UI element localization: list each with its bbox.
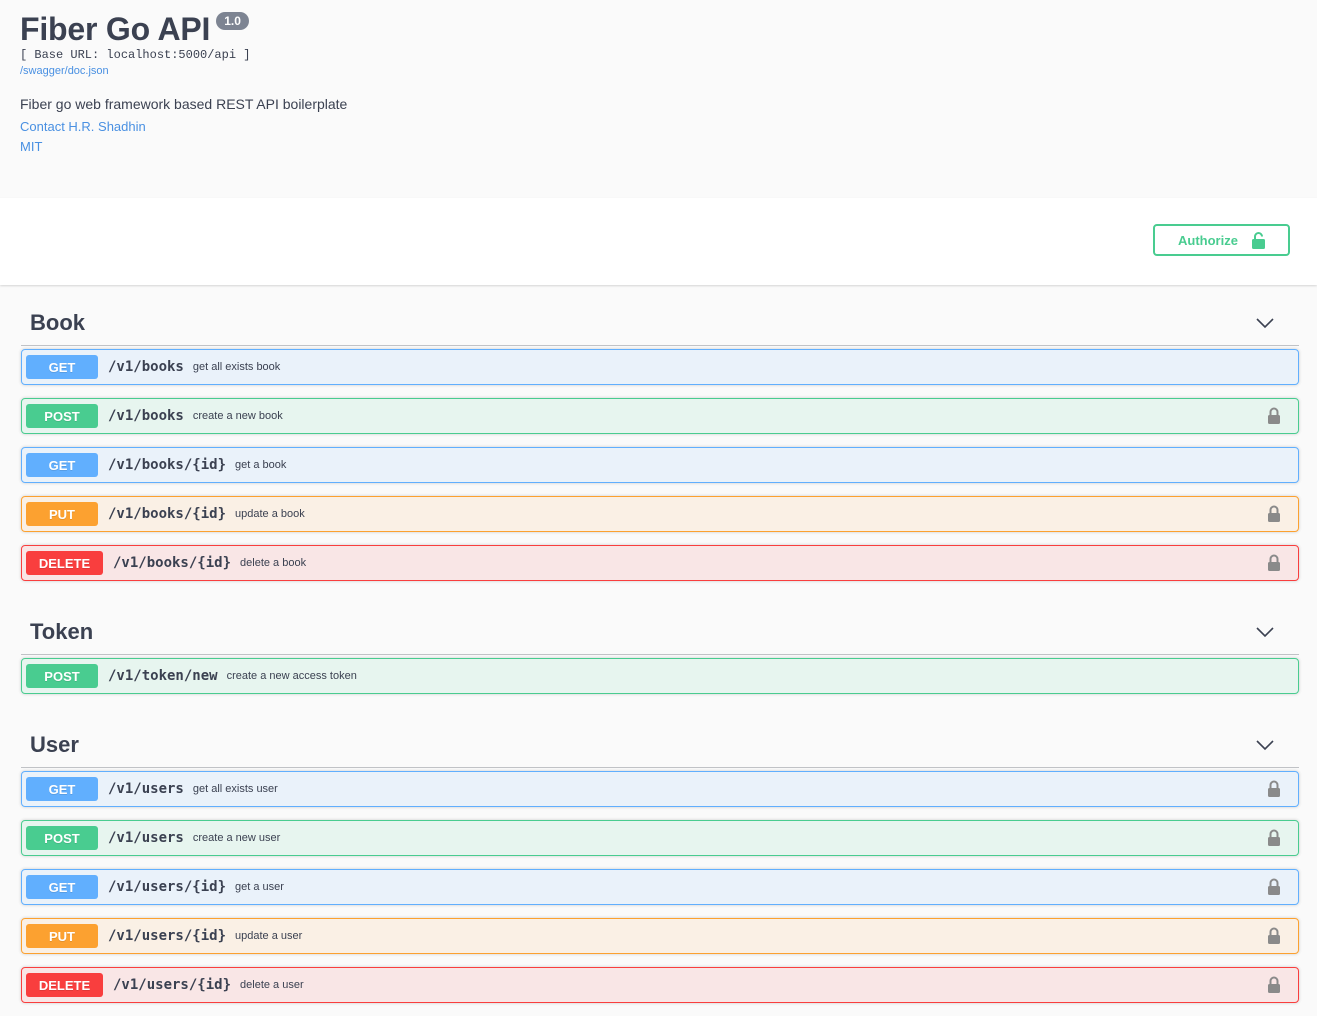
operation-path: /v1/books/{id} (108, 457, 227, 473)
tag-section-token: Token POST/v1/token/new create a new acces… (21, 594, 1299, 694)
unlocked-icon (1251, 231, 1265, 249)
lock-icon[interactable] (1267, 927, 1281, 945)
operation-summary: get all exists user (192, 783, 278, 795)
operation-row[interactable]: PUT/v1/users/{id} update a user (21, 918, 1299, 954)
operation-summary: get a book (235, 459, 287, 471)
operation-path: /v1/users/{id} (108, 879, 227, 895)
method-badge: DELETE (26, 551, 103, 575)
tag-header[interactable]: Book (21, 285, 1299, 346)
tag-header[interactable]: User (21, 707, 1299, 768)
operations-list: Book GET/v1/books get all exists book POST /… (0, 285, 1317, 1016)
method-badge: POST (26, 826, 98, 850)
operation-summary: delete a user (240, 979, 304, 991)
lock-icon[interactable] (1267, 407, 1281, 425)
method-badge: DELETE (26, 973, 103, 997)
method-badge: GET (26, 875, 98, 899)
license-link[interactable]: MIT (20, 139, 42, 154)
operation-row[interactable]: GET/v1/books/{id} get a book (21, 447, 1299, 483)
method-badge: POST (26, 664, 98, 688)
spec-link[interactable]: /swagger/doc.json (20, 65, 109, 77)
operation-path: /v1/users/{id} (113, 977, 232, 993)
operation-row[interactable]: GET/v1/books get all exists book (21, 349, 1299, 385)
lock-icon[interactable] (1267, 554, 1281, 572)
tag-section-book: Book GET/v1/books get all exists book POST /… (21, 285, 1299, 581)
tag-header[interactable]: Token (21, 594, 1299, 655)
operation-summary: update a book (235, 508, 305, 520)
method-badge: PUT (26, 502, 98, 526)
method-badge: GET (26, 355, 98, 379)
api-title: Fiber Go API (20, 11, 211, 47)
scheme-container: Authorize (0, 198, 1317, 285)
operation-row[interactable]: POST/v1/books create a new book (21, 398, 1299, 434)
operation-row[interactable]: GET/v1/users get all exists user (21, 771, 1299, 807)
operation-summary: update a user (235, 930, 303, 942)
api-info: Fiber Go API 1.0 [ Base URL: localhost:5… (0, 0, 1317, 198)
api-description: Fiber go web framework based REST API bo… (20, 96, 348, 112)
contact-link[interactable]: Contact H.R. Shadhin (20, 119, 146, 134)
chevron-down-icon[interactable] (1255, 735, 1275, 755)
tag-title: Token (30, 619, 94, 644)
operation-path: /v1/users (108, 830, 184, 846)
operation-row[interactable]: DELETE/v1/books/{id} delete a book (21, 545, 1299, 581)
authorize-label: Authorize (1178, 232, 1238, 248)
authorize-button[interactable]: Authorize (1153, 224, 1290, 256)
operation-summary: create a new user (192, 832, 281, 844)
method-badge: GET (26, 453, 98, 477)
operation-row[interactable]: POST/v1/token/new create a new access tok… (21, 658, 1299, 694)
operation-path: /v1/token/new (108, 668, 218, 684)
title-row: Fiber Go API 1.0 (20, 10, 249, 48)
operation-path: /v1/books/{id} (113, 555, 232, 571)
method-badge: GET (26, 777, 98, 801)
chevron-down-icon[interactable] (1255, 313, 1275, 333)
lock-icon[interactable] (1267, 976, 1281, 994)
tag-section-user: User GET/v1/users get all exists user POST /… (21, 707, 1299, 1003)
operation-path: /v1/books (108, 359, 184, 375)
operation-path: /v1/books/{id} (108, 506, 227, 522)
version-badge: 1.0 (216, 12, 249, 30)
operation-row[interactable]: GET/v1/users/{id} get a user (21, 869, 1299, 905)
operation-summary: delete a book (240, 557, 307, 569)
operation-path: /v1/users/{id} (108, 928, 227, 944)
operation-row[interactable]: DELETE/v1/users/{id} delete a user (21, 967, 1299, 1003)
operation-row[interactable]: PUT/v1/books/{id} update a book (21, 496, 1299, 532)
operation-row[interactable]: POST/v1/users create a new user (21, 820, 1299, 856)
lock-icon[interactable] (1267, 829, 1281, 847)
tag-title: Book (30, 310, 85, 335)
lock-icon[interactable] (1267, 780, 1281, 798)
method-badge: PUT (26, 924, 98, 948)
tag-title: User (30, 732, 79, 757)
chevron-down-icon[interactable] (1255, 622, 1275, 642)
base-url: [ Base URL: localhost:5000/api ] (20, 48, 251, 62)
operation-summary: create a new book (192, 410, 283, 422)
operation-summary: get a user (235, 881, 284, 893)
lock-icon[interactable] (1267, 878, 1281, 896)
lock-icon[interactable] (1267, 505, 1281, 523)
operation-path: /v1/books (108, 408, 184, 424)
method-badge: POST (26, 404, 98, 428)
operation-summary: get all exists book (192, 361, 281, 373)
operation-path: /v1/users (108, 781, 184, 797)
operation-summary: create a new access token (226, 670, 357, 682)
